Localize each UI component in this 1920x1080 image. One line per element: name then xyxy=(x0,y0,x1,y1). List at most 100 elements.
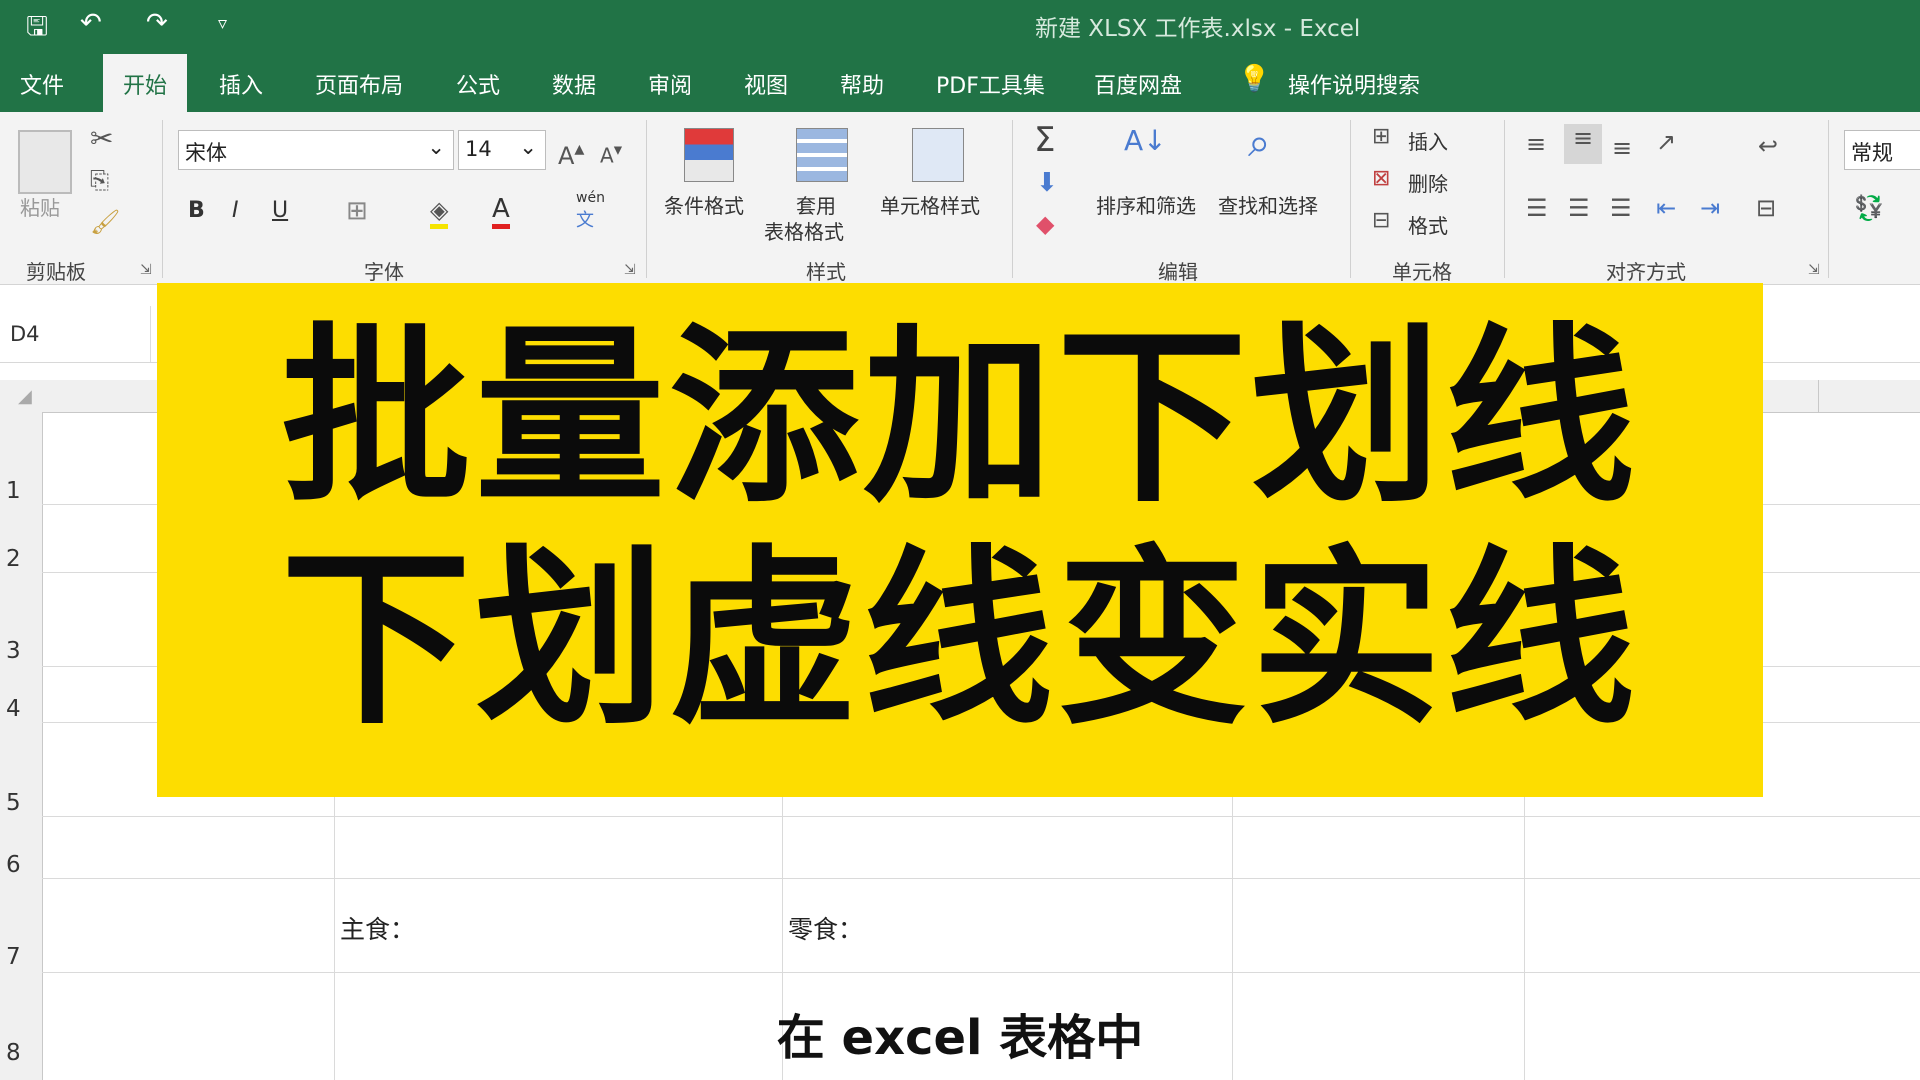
lightbulb-icon: 💡 xyxy=(1238,64,1271,94)
align-top-icon[interactable]: ≡ xyxy=(1526,130,1546,158)
alignment-launcher-icon[interactable]: ⇲ xyxy=(1808,262,1820,278)
phonetic-icon[interactable]: wén 文 xyxy=(576,190,605,232)
tab-formulas[interactable]: 公式 xyxy=(456,68,500,100)
row-gridline xyxy=(42,972,1920,973)
find-select-button[interactable]: 查找和选择 xyxy=(1218,190,1318,219)
clipboard-group-label: 剪贴板 xyxy=(26,260,86,284)
row-gridline xyxy=(42,816,1920,817)
ribbon-tabs: 文件 开始 插入 页面布局 公式 数据 审阅 视图 帮助 PDF工具集 百度网盘… xyxy=(0,46,1920,112)
paste-icon[interactable] xyxy=(18,130,72,194)
cell-staple[interactable]: 主食： xyxy=(340,910,415,946)
align-center-icon[interactable]: ☰ xyxy=(1568,194,1590,222)
row-number[interactable]: 4 xyxy=(6,696,21,722)
chevron-down-icon: ⌄ xyxy=(427,135,445,159)
sort-filter-button[interactable]: 排序和筛选 xyxy=(1096,190,1196,219)
find-search-icon[interactable]: ⌕ xyxy=(1248,120,1270,166)
increase-indent-icon[interactable]: ⇥ xyxy=(1700,194,1720,222)
autosum-icon[interactable]: Σ xyxy=(1034,120,1055,160)
underline-button[interactable]: U xyxy=(272,198,288,223)
font-color-icon[interactable]: A xyxy=(492,194,510,229)
italic-button[interactable]: I xyxy=(232,198,239,223)
decrease-font-icon[interactable]: A▾ xyxy=(600,140,622,168)
styles-group-label: 样式 xyxy=(806,260,846,284)
align-left-icon[interactable]: ☰ xyxy=(1526,194,1548,222)
row-number[interactable]: 5 xyxy=(6,790,21,816)
insert-cells-icon[interactable]: ⊞ xyxy=(1372,124,1390,149)
cell-styles-icon[interactable] xyxy=(912,128,964,182)
align-bottom-icon[interactable]: ≡ xyxy=(1612,134,1632,162)
cut-icon[interactable]: ✂ xyxy=(90,122,113,155)
merge-center-icon[interactable]: ⊟ xyxy=(1756,194,1776,222)
format-as-table-icon[interactable] xyxy=(796,128,848,182)
cells-group-label: 单元格 xyxy=(1392,260,1452,284)
row-number[interactable]: 1 xyxy=(6,478,21,504)
tab-pdf-tools[interactable]: PDF工具集 xyxy=(936,68,1045,100)
tab-file[interactable]: 文件 xyxy=(20,68,64,100)
tab-baidu-netdisk[interactable]: 百度网盘 xyxy=(1094,68,1182,100)
tab-help[interactable]: 帮助 xyxy=(840,68,884,100)
font-launcher-icon[interactable]: ⇲ xyxy=(624,262,636,278)
undo-icon[interactable]: ↶ xyxy=(80,8,102,38)
fill-down-icon[interactable]: ⬇ xyxy=(1036,168,1058,198)
video-caption: 在 excel 表格中 xyxy=(776,1010,1144,1066)
group-separator xyxy=(162,120,163,278)
editing-group-label: 编辑 xyxy=(1158,260,1198,284)
name-box[interactable]: D4 xyxy=(10,322,40,346)
chevron-down-icon: ⌄ xyxy=(519,135,537,159)
format-cells-button[interactable]: 格式 xyxy=(1408,210,1448,239)
row-gridline xyxy=(42,878,1920,879)
phonetic-bottom-text: 文 xyxy=(576,210,594,231)
number-format-combo[interactable]: 常规 xyxy=(1844,130,1920,170)
tab-page-layout[interactable]: 页面布局 xyxy=(315,68,403,100)
alignment-group-label: 对齐方式 xyxy=(1606,260,1686,284)
tell-me-search[interactable]: 操作说明搜索 xyxy=(1288,68,1420,100)
clipboard-launcher-icon[interactable]: ⇲ xyxy=(140,262,152,278)
font-size-combo[interactable]: 14 ⌄ xyxy=(458,130,546,170)
fill-color-icon[interactable]: ◈ xyxy=(430,196,449,229)
title-banner: 批量添加下划线 下划虚线变实线 xyxy=(157,283,1763,797)
delete-cells-icon[interactable]: ⊠ xyxy=(1372,166,1390,191)
format-painter-icon[interactable]: 🖌 xyxy=(90,208,120,236)
font-name-combo[interactable]: 宋体 ⌄ xyxy=(178,130,454,170)
currency-format-icon[interactable]: 💱 xyxy=(1854,194,1884,222)
phonetic-top-text: wén xyxy=(576,190,605,206)
bold-button[interactable]: B xyxy=(188,198,205,223)
group-separator xyxy=(646,120,647,278)
select-all-icon[interactable]: ◢ xyxy=(18,386,32,407)
group-separator xyxy=(1504,120,1505,278)
wrap-text-icon[interactable]: ↩ xyxy=(1758,132,1778,160)
paste-button[interactable]: 粘贴 xyxy=(20,192,60,221)
copy-icon[interactable]: ⎘ xyxy=(90,166,109,194)
delete-cells-button[interactable]: 删除 xyxy=(1408,168,1448,197)
cell-styles-button[interactable]: 单元格样式 xyxy=(880,190,980,219)
border-icon[interactable]: ⊞ xyxy=(346,196,368,226)
tab-insert[interactable]: 插入 xyxy=(219,68,263,100)
clear-icon[interactable]: ◆ xyxy=(1036,210,1054,238)
format-cells-icon[interactable]: ⊟ xyxy=(1372,208,1390,233)
tab-review[interactable]: 审阅 xyxy=(648,68,692,100)
sort-filter-icon[interactable]: A↓ xyxy=(1124,124,1167,157)
insert-cells-button[interactable]: 插入 xyxy=(1408,126,1448,155)
align-right-icon[interactable]: ☰ xyxy=(1610,194,1632,222)
row-number[interactable]: 7 xyxy=(6,944,21,970)
ribbon-home: 粘贴 ✂ ⎘ 🖌 剪贴板 ⇲ 宋体 ⌄ 14 ⌄ A▴ A▾ B I U ⊞ ◈ A… xyxy=(0,112,1920,285)
decrease-indent-icon[interactable]: ⇤ xyxy=(1656,194,1676,222)
orientation-icon[interactable]: ↗ xyxy=(1656,128,1676,156)
group-separator xyxy=(1012,120,1013,278)
tab-view[interactable]: 视图 xyxy=(744,68,788,100)
customize-quick-access-icon[interactable]: ▿ xyxy=(218,13,227,34)
conditional-format-button[interactable]: 条件格式 xyxy=(664,190,744,219)
increase-font-icon[interactable]: A▴ xyxy=(558,136,584,170)
row-number[interactable]: 2 xyxy=(6,546,21,572)
tab-data[interactable]: 数据 xyxy=(552,68,596,100)
number-format-value: 常规 xyxy=(1851,141,1893,165)
row-number[interactable]: 3 xyxy=(6,638,21,664)
align-middle-icon[interactable]: ≡ xyxy=(1564,124,1602,164)
tab-home[interactable]: 开始 xyxy=(103,54,188,112)
redo-icon[interactable]: ↷ xyxy=(146,8,168,38)
row-header xyxy=(0,412,43,1080)
conditional-format-icon[interactable] xyxy=(684,128,734,182)
format-as-table-button[interactable]: 表格格式 xyxy=(764,216,844,245)
cell-snack[interactable]: 零食： xyxy=(788,910,863,946)
row-number[interactable]: 6 xyxy=(6,852,21,878)
